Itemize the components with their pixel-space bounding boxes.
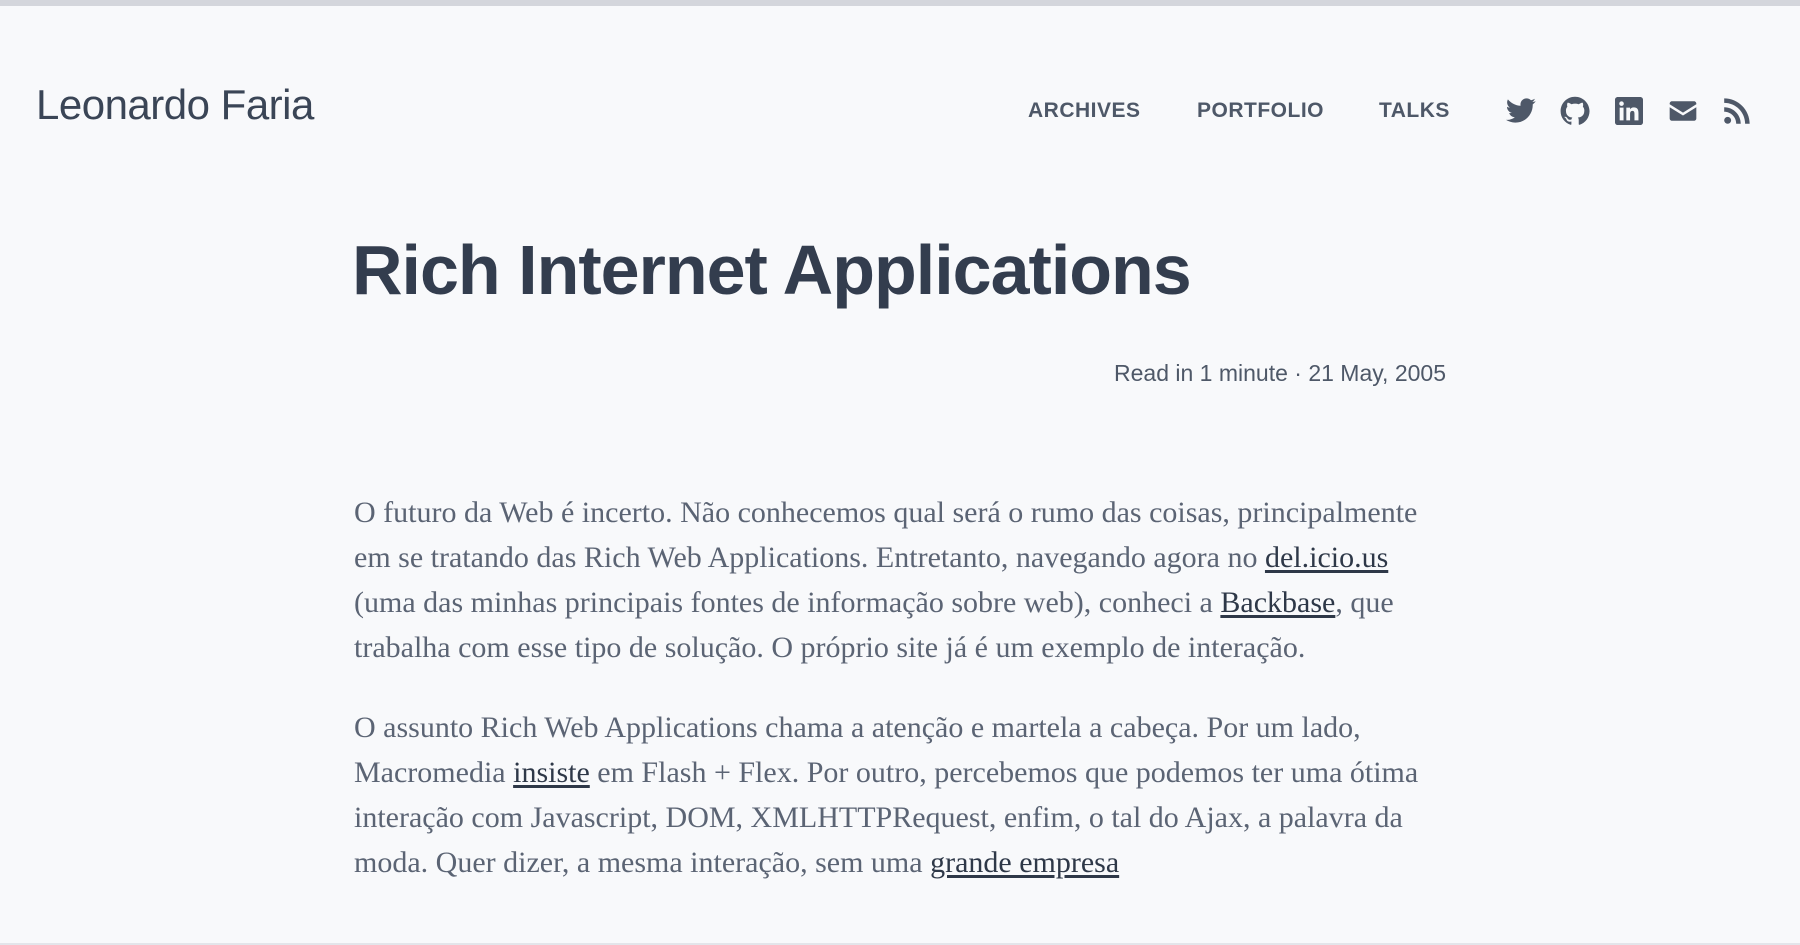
linkedin-icon[interactable] bbox=[1613, 95, 1645, 127]
post-title: Rich Internet Applications bbox=[352, 231, 1192, 309]
github-icon[interactable] bbox=[1559, 95, 1591, 127]
email-icon[interactable] bbox=[1667, 95, 1699, 127]
nav-talks[interactable]: TALKS bbox=[1379, 100, 1450, 121]
post-body: O futuro da Web é incerto. Não conhecemo… bbox=[354, 490, 1454, 920]
backbase-link[interactable]: Backbase bbox=[1220, 586, 1335, 619]
delicious-link[interactable]: del.icio.us bbox=[1265, 541, 1388, 574]
post-paragraph: O assunto Rich Web Applications chama a … bbox=[354, 705, 1454, 885]
grande-empresa-link[interactable]: grande empresa bbox=[930, 846, 1119, 879]
paragraph-text: (uma das minhas principais fontes de inf… bbox=[354, 586, 1221, 619]
site-header: Leonardo Faria ARCHIVES PORTFOLIO TALKS bbox=[0, 6, 1800, 196]
nav-archives[interactable]: ARCHIVES bbox=[1028, 100, 1141, 121]
post-paragraph: O futuro da Web é incerto. Não conhecemo… bbox=[354, 490, 1454, 670]
social-links bbox=[1505, 95, 1755, 129]
paragraph-text: O futuro da Web é incerto. Não conhecemo… bbox=[354, 496, 1418, 574]
insiste-link[interactable]: insiste bbox=[513, 756, 590, 789]
site-title-link[interactable]: Leonardo Faria bbox=[36, 84, 314, 126]
post-meta: Read in 1 minute · 21 May, 2005 bbox=[1114, 360, 1446, 386]
twitter-icon[interactable] bbox=[1505, 95, 1537, 127]
nav-portfolio[interactable]: PORTFOLIO bbox=[1197, 100, 1324, 121]
rss-icon[interactable] bbox=[1721, 95, 1753, 127]
